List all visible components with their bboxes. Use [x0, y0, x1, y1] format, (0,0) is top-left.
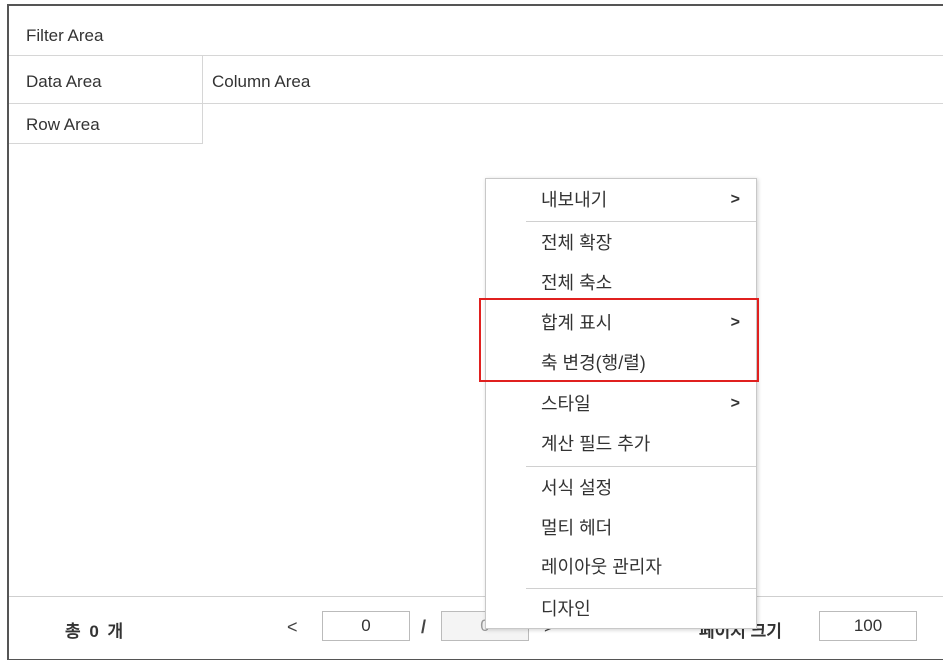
pager: 총 0 개 < 0 / 0 > 페이지 크기 100 — [9, 596, 943, 659]
filter-area[interactable]: Filter Area — [26, 26, 103, 46]
divider — [9, 55, 943, 56]
divider — [9, 103, 943, 104]
menu-divider — [526, 221, 756, 222]
divider — [202, 56, 203, 144]
divider — [9, 143, 202, 144]
menu-item-format-settings[interactable]: 서식 설정 — [541, 477, 612, 499]
row-area[interactable]: Row Area — [26, 115, 100, 135]
chevron-right-icon: > — [730, 395, 740, 412]
highlight-box — [479, 298, 759, 382]
total-count: 총 0 개 — [65, 622, 126, 641]
menu-item-layout-manager[interactable]: 레이아웃 관리자 — [541, 556, 662, 578]
menu-item-expand-all[interactable]: 전체 확장 — [541, 232, 612, 254]
menu-divider — [526, 588, 756, 589]
menu-item-export[interactable]: 내보내기 — [541, 189, 607, 211]
page-size-input[interactable]: 100 — [819, 611, 917, 641]
column-area[interactable]: Column Area — [212, 72, 310, 92]
menu-item-collapse-all[interactable]: 전체 축소 — [541, 272, 612, 294]
menu-item-add-calculated-field[interactable]: 계산 필드 추가 — [541, 433, 650, 455]
prev-page-button[interactable]: < — [287, 617, 298, 638]
menu-item-multi-header[interactable]: 멀티 헤더 — [541, 517, 612, 539]
menu-item-style[interactable]: 스타일 — [541, 393, 591, 415]
menu-item-design[interactable]: 디자인 — [541, 598, 591, 620]
data-area[interactable]: Data Area — [26, 72, 102, 92]
menu-divider — [526, 466, 756, 467]
context-menu: 내보내기 > 전체 확장 전체 축소 합계 표시 > 축 변경(행/렬) 스타일… — [485, 178, 757, 629]
page-separator: / — [421, 617, 427, 637]
current-page-input[interactable]: 0 — [322, 611, 410, 641]
chevron-right-icon: > — [730, 191, 740, 208]
